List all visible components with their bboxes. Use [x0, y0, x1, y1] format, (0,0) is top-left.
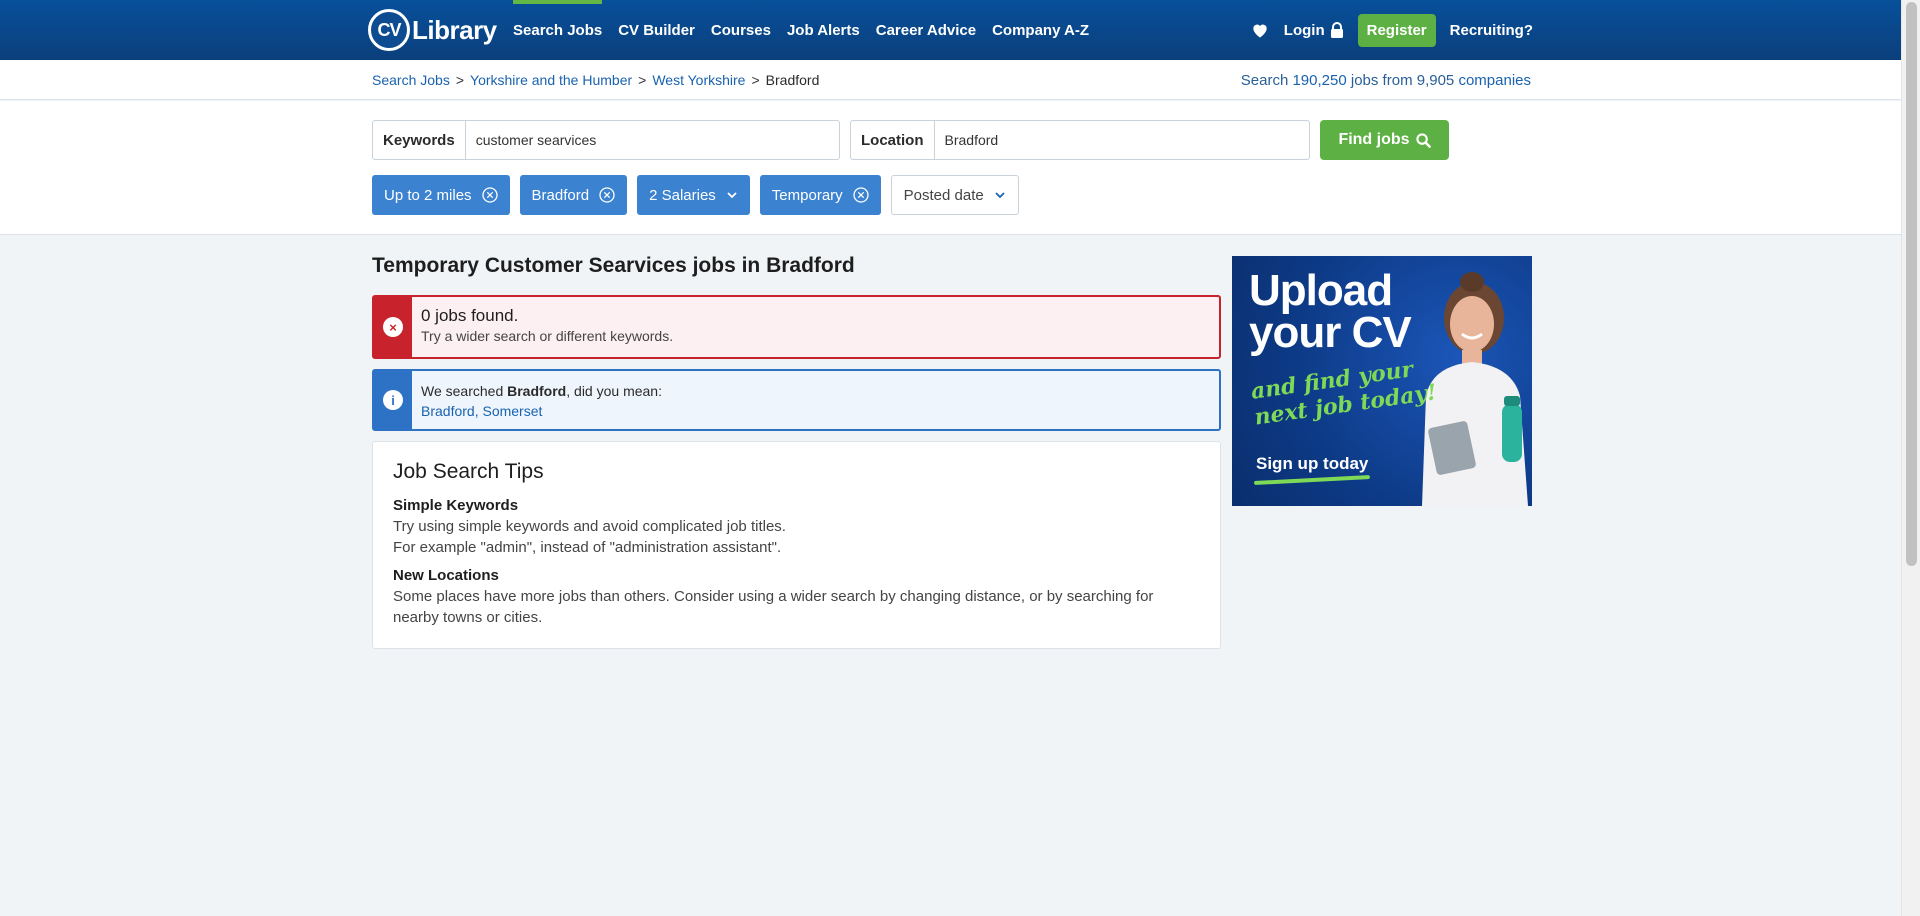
- breadcrumb-west-yorkshire[interactable]: West Yorkshire: [652, 72, 745, 88]
- info-place: Bradford: [507, 383, 567, 399]
- alert-info-text: We searched Bradford, did you mean:: [421, 381, 662, 401]
- tip-line: Try using simple keywords and avoid comp…: [393, 518, 786, 535]
- tip-heading: Simple Keywords: [393, 497, 519, 514]
- remove-circle-icon[interactable]: [599, 187, 615, 203]
- error-icon: ×: [383, 317, 403, 337]
- alert-info-side: i: [374, 371, 412, 429]
- find-jobs-button[interactable]: Find jobs: [1320, 120, 1449, 160]
- filter-posted-date[interactable]: Posted date: [890, 175, 1019, 215]
- breadcrumb-yorkshire[interactable]: Yorkshire and the Humber: [470, 72, 632, 88]
- chevron-down-icon: [995, 192, 1005, 199]
- tip-heading: New Locations: [393, 567, 499, 584]
- info-prefix: We searched: [421, 383, 504, 399]
- stats-jobs-label: jobs from: [1350, 72, 1413, 89]
- nav-job-alerts[interactable]: Job Alerts: [779, 0, 868, 60]
- location-suggestion-alert: i We searched Bradford, did you mean: Br…: [372, 369, 1221, 431]
- main-nav: Search Jobs CV Builder Courses Job Alert…: [505, 0, 1097, 60]
- breadcrumb-current: Bradford: [765, 72, 820, 88]
- info-suffix: , did you mean:: [566, 383, 662, 399]
- site-stats: Search 190,250 jobs from 9,905 companies: [1241, 72, 1531, 89]
- register-button[interactable]: Register: [1357, 13, 1436, 47]
- nav-company-a-z[interactable]: Company A-Z: [984, 0, 1097, 60]
- breadcrumb-separator: >: [751, 72, 760, 88]
- advert-title: Upload your CV: [1249, 266, 1412, 357]
- logo-wordmark: Library: [412, 14, 497, 45]
- breadcrumb-separator: >: [638, 72, 647, 88]
- login-label: Login: [1283, 21, 1325, 39]
- alert-error-side: ×: [374, 297, 412, 357]
- search-icon: [1415, 132, 1431, 148]
- login-link[interactable]: Login: [1284, 22, 1344, 39]
- tip-line: Some places have more jobs than others. …: [393, 588, 1154, 626]
- breadcrumb-search-jobs[interactable]: Search Jobs: [372, 72, 450, 88]
- filter-job-type-label: Temporary: [771, 186, 843, 204]
- no-results-alert: × 0 jobs found. Try a wider search or di…: [372, 295, 1221, 359]
- filter-salaries[interactable]: 2 Salaries: [637, 175, 750, 215]
- top-navigation-bar: CV Library Search Jobs CV Builder Course…: [0, 0, 1901, 60]
- nav-cv-builder[interactable]: CV Builder: [610, 0, 703, 60]
- filter-chips: Up to 2 miles Bradford 2 Salaries Tempor…: [372, 175, 1019, 215]
- alert-info-body: We searched Bradford, did you mean: Brad…: [412, 371, 671, 429]
- scrollbar-thumb[interactable]: [1906, 2, 1917, 566]
- tip-line: For example "admin", instead of "adminis…: [393, 539, 782, 556]
- filter-posted-date-label: Posted date: [903, 186, 984, 204]
- advert-title-line1: Upload: [1249, 266, 1393, 315]
- page-scrollbar[interactable]: [1901, 0, 1920, 916]
- advert-title-line2: your CV: [1249, 308, 1412, 357]
- tip-simple-keywords: Simple Keywords Try using simple keyword…: [393, 496, 1200, 558]
- location-field: Location: [850, 120, 1310, 160]
- keywords-field: Keywords: [372, 120, 840, 160]
- chevron-down-icon: [727, 192, 737, 199]
- remove-circle-icon[interactable]: [481, 187, 498, 203]
- filter-salaries-label: 2 Salaries: [649, 186, 716, 204]
- find-jobs-label: Find jobs: [1338, 131, 1410, 148]
- page-title: Temporary Customer Searvices jobs in Bra…: [372, 254, 855, 277]
- lock-icon: [1330, 22, 1343, 38]
- filter-distance-label: Up to 2 miles: [384, 186, 472, 204]
- location-input[interactable]: [934, 121, 1309, 159]
- logo-cv-mark: CV: [368, 9, 410, 51]
- cv-library-logo[interactable]: CV Library: [368, 9, 497, 51]
- breadcrumb-separator: >: [455, 72, 465, 88]
- account-nav: Login Register Recruiting?: [1250, 0, 1533, 60]
- remove-circle-icon[interactable]: [853, 187, 869, 203]
- stats-jobs-count[interactable]: 190,250: [1292, 72, 1346, 89]
- stats-companies-link[interactable]: companies: [1458, 72, 1531, 89]
- filter-location-label: Bradford: [531, 186, 590, 204]
- heart-icon[interactable]: [1250, 20, 1270, 40]
- search-panel: Keywords Location Find jobs Up to 2 mile…: [0, 101, 1901, 235]
- alert-error-heading: 0 jobs found.: [421, 306, 519, 325]
- keywords-input[interactable]: [465, 121, 839, 159]
- nav-career-advice[interactable]: Career Advice: [868, 0, 984, 60]
- upload-cv-advert[interactable]: Upload your CV and find your next job to…: [1232, 256, 1532, 506]
- tips-title: Job Search Tips: [393, 460, 544, 483]
- location-label: Location: [851, 121, 935, 159]
- keywords-label: Keywords: [373, 121, 466, 159]
- filter-distance[interactable]: Up to 2 miles: [372, 175, 510, 215]
- alert-error-sub: Try a wider search or different keywords…: [421, 328, 674, 344]
- filter-location[interactable]: Bradford: [519, 175, 628, 215]
- tip-new-locations: New Locations Some places have more jobs…: [393, 566, 1200, 628]
- nav-search-jobs[interactable]: Search Jobs: [505, 0, 610, 60]
- breadcrumb: Search Jobs > Yorkshire and the Humber >…: [372, 72, 819, 88]
- info-icon: i: [383, 390, 403, 410]
- alert-error-body: 0 jobs found. Try a wider search or diff…: [412, 297, 682, 357]
- filter-job-type[interactable]: Temporary: [759, 175, 881, 215]
- advert-cta[interactable]: Sign up today: [1256, 454, 1368, 474]
- nav-courses[interactable]: Courses: [703, 0, 779, 60]
- recruiting-link[interactable]: Recruiting?: [1450, 22, 1533, 39]
- suggestion-link[interactable]: Bradford, Somerset: [421, 403, 542, 419]
- job-search-tips: Job Search Tips Simple Keywords Try usin…: [372, 441, 1221, 649]
- breadcrumb-bar: Search Jobs > Yorkshire and the Humber >…: [0, 60, 1901, 100]
- stats-prefix: Search: [1240, 72, 1289, 89]
- stats-companies-count: 9,905: [1416, 72, 1455, 89]
